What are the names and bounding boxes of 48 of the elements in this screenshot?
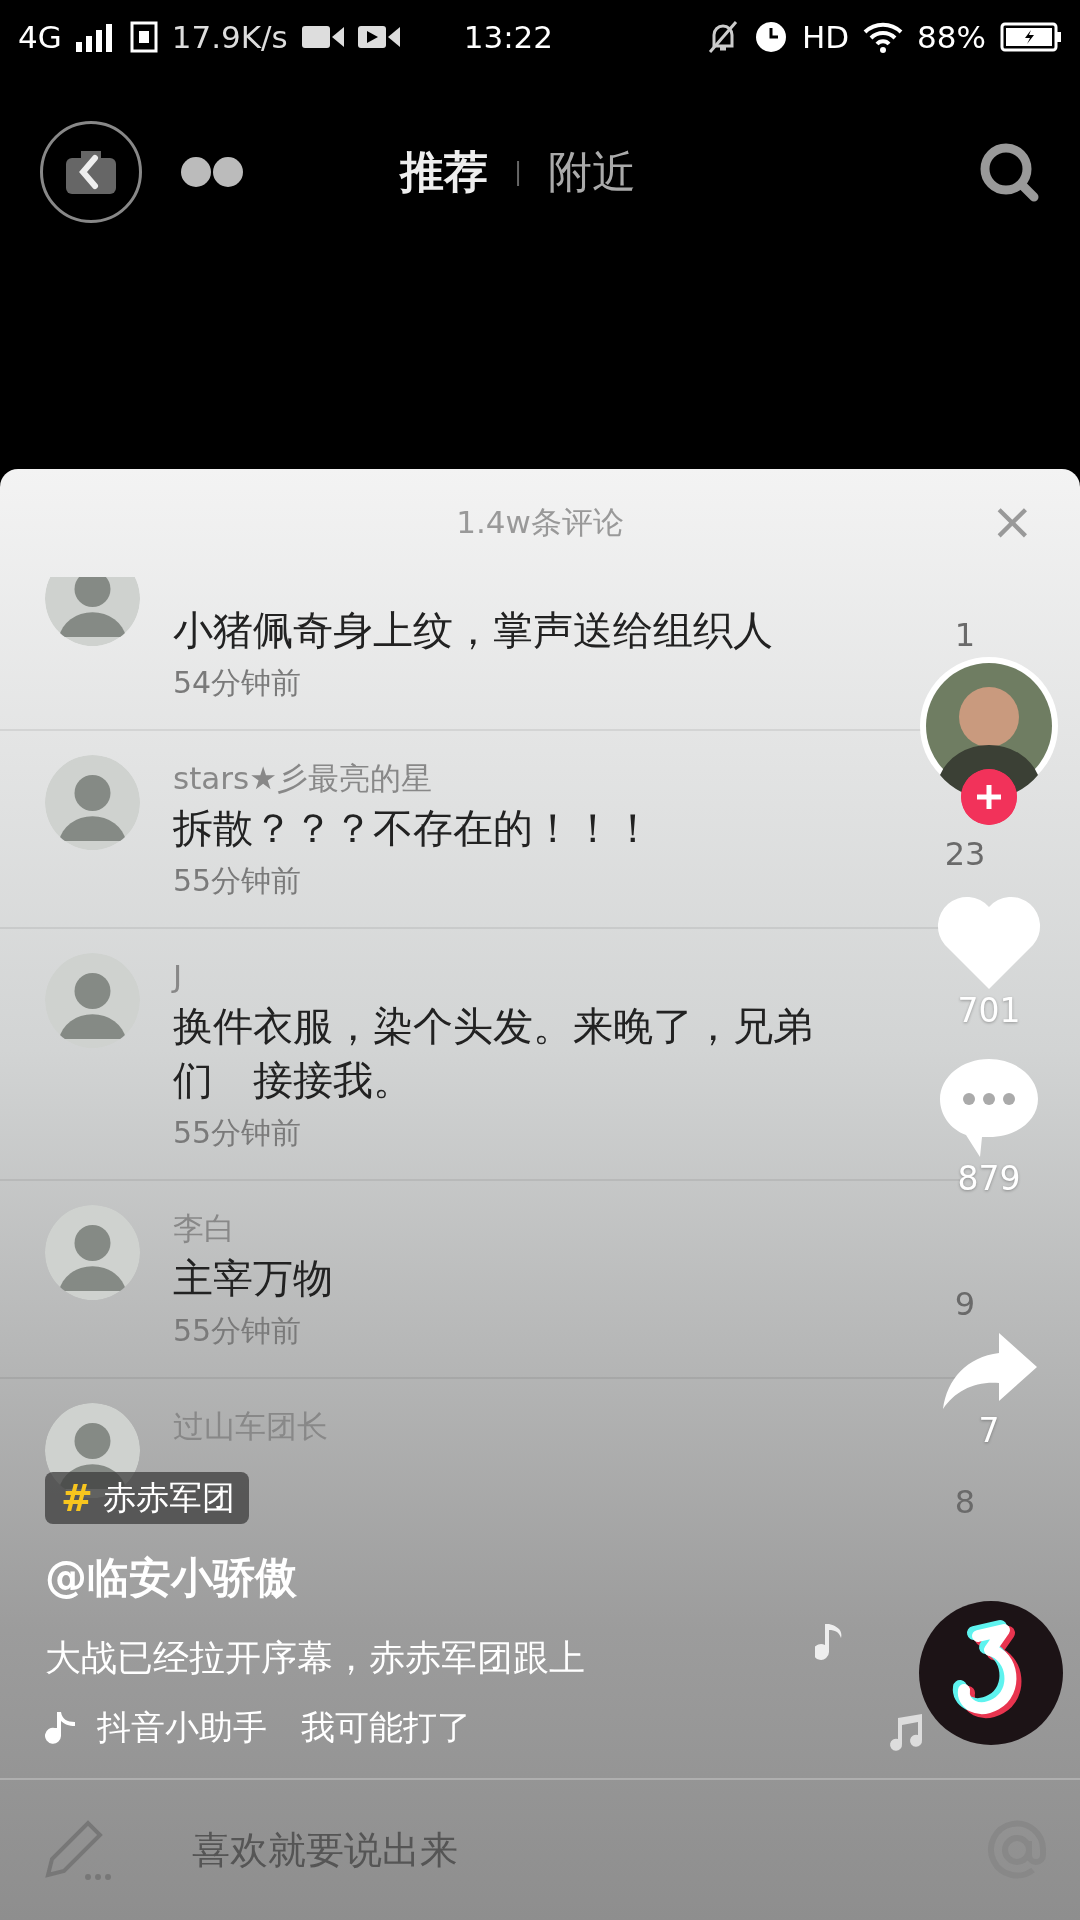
comment-time: 54分钟前 [173,664,303,702]
network-type: 4G [18,19,62,55]
music-disc-icon[interactable] [918,1600,1064,1746]
comment-text: 主宰万物 [173,1254,334,1303]
alarm-clock-icon [753,20,788,54]
video-play-icon [357,23,400,51]
video-camera-icon [301,23,344,51]
comment-username[interactable]: stars★彡最亮的星 [173,755,850,801]
battery-percent: 88% [917,19,986,55]
user-avatar[interactable] [45,1205,140,1300]
comment-input[interactable]: 喜欢就要说出来 [190,1814,914,1886]
like-count: 23 [943,835,987,873]
clock-time: 13:22 [463,19,554,55]
comment-time: 55分钟前 [173,1114,303,1152]
user-avatar[interactable] [45,953,140,1048]
video-description: 大战已经拉开序幕，赤赤军团跟上 [45,1636,585,1680]
sim-icon [129,21,158,53]
battery-charging-icon [1000,22,1062,52]
comment-username[interactable]: 李白 [173,1205,850,1251]
comment-time: 55分钟前 [173,1312,303,1350]
comment-count-title: 1.4w条评论 [456,503,624,542]
user-avatar[interactable] [45,755,140,850]
dots-icon[interactable] [180,155,246,189]
hd-indicator: HD [801,19,850,55]
feed-tab[interactable]: 推荐 [400,142,488,202]
hashtag-label: 赤赤军团 [102,1476,235,1519]
hashtag-chip[interactable]: # 赤赤军团 [45,1472,249,1524]
hashtag-symbol: # [61,1476,93,1520]
close-button[interactable]: × [984,491,1040,551]
comment-username[interactable]: J [173,953,850,999]
music-title[interactable]: 抖音小助手 我可能打了 [97,1705,471,1751]
author-name[interactable]: @临安小骄傲 [45,1550,297,1606]
network-speed: 17.9K/s [171,19,288,55]
comment-text: 换件衣服，染个头发。来晚了，兄弟们 接接我。 [173,1002,814,1105]
tab-divider: | [514,158,523,186]
comment-text: 拆散？？？不存在的！！！ [173,804,654,853]
share-count: 7 [978,1411,1000,1451]
search-icon[interactable] [978,141,1040,203]
comment-time: 55分钟前 [173,862,303,900]
comment-count: 879 [957,1159,1021,1199]
wifi-icon [863,21,904,53]
like-count: 9 [953,1285,977,1323]
music-note-icon [45,1710,77,1746]
comment-text: 小猪佩奇身上纹，掌声送给组织人 [173,606,774,655]
feed-tab[interactable]: 附近 [548,142,637,202]
like-count: 1 [953,616,977,654]
user-avatar[interactable] [45,577,140,646]
like-count: 8 [953,1483,977,1521]
